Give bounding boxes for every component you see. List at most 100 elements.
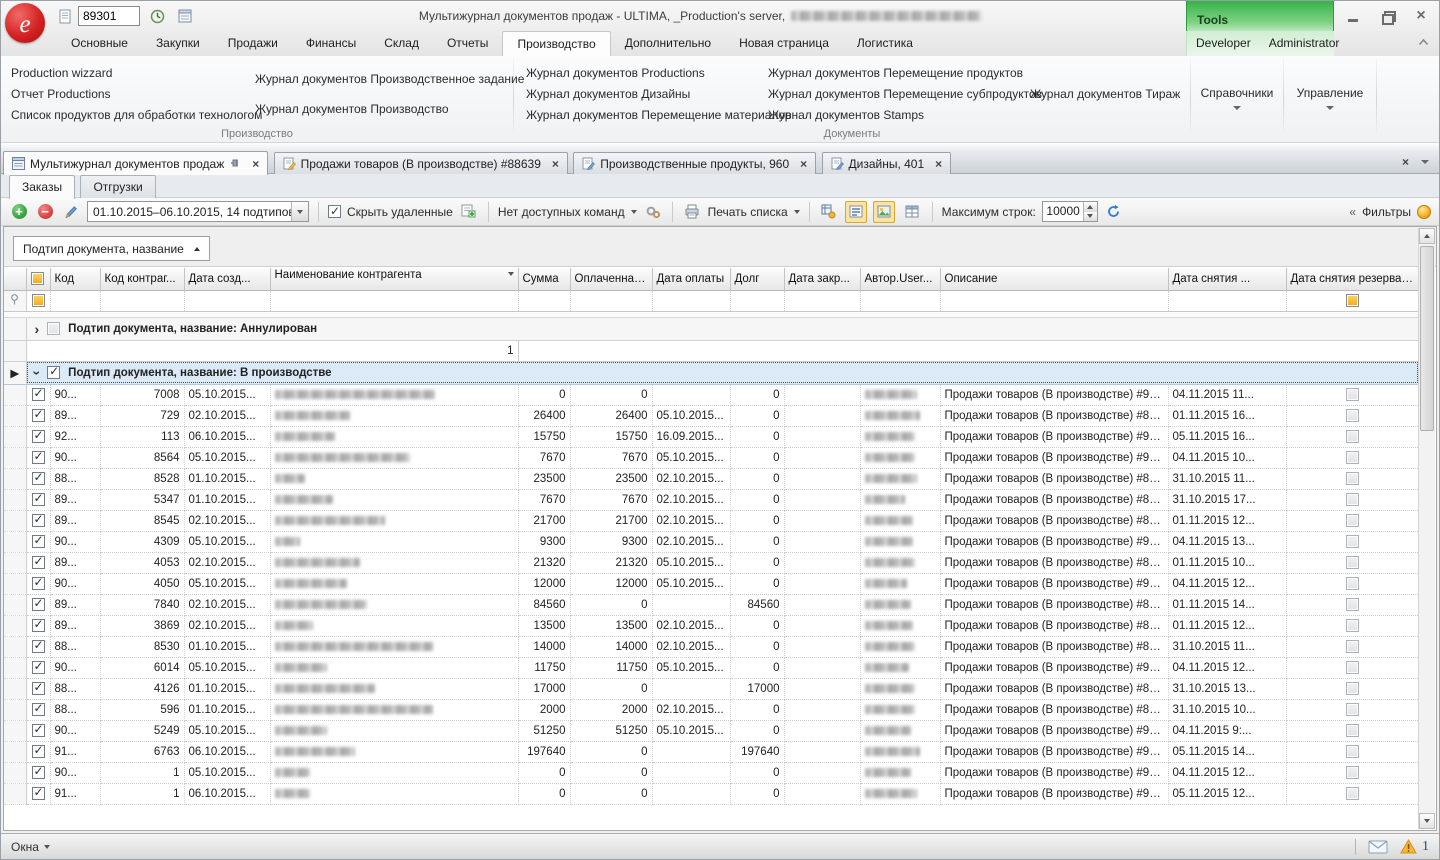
cell-reserve-removed[interactable]: 05.11.2015 16... bbox=[1168, 426, 1286, 447]
cell-reserve-explicit[interactable] bbox=[1286, 468, 1418, 489]
cell-description[interactable]: Продажи товаров (В производстве) #88... bbox=[940, 636, 1168, 657]
cell-reserve-removed[interactable]: 31.10.2015 17... bbox=[1168, 489, 1286, 510]
cell-pay-date[interactable] bbox=[652, 783, 730, 804]
table-row[interactable]: ✓90...405005.10.2015...120001200005.10.2… bbox=[4, 573, 1418, 594]
group-checkbox[interactable]: ✓ bbox=[47, 366, 60, 379]
table-row[interactable]: ✓89...386902.10.2015...135001350002.10.2… bbox=[4, 615, 1418, 636]
period-dropdown[interactable]: 01.10.2015–06.10.2015, 14 подтипов bbox=[87, 201, 309, 222]
cell-contractor-code[interactable]: 3869 bbox=[100, 615, 184, 636]
spin-up-icon[interactable] bbox=[1084, 202, 1097, 212]
cell-author[interactable] bbox=[860, 573, 940, 594]
row-checkbox[interactable]: ✓ bbox=[32, 682, 45, 695]
cell-debt[interactable]: 0 bbox=[730, 552, 784, 573]
refresh-icon[interactable] bbox=[1104, 202, 1124, 222]
cell-contractor-code[interactable]: 7008 bbox=[100, 384, 184, 405]
cell-contractor-name[interactable] bbox=[270, 678, 518, 699]
table-row[interactable]: ✓89...854502.10.2015...217002170002.10.2… bbox=[4, 510, 1418, 531]
reserve-explicit-checkbox[interactable] bbox=[1346, 724, 1359, 737]
cell-code[interactable]: 90... bbox=[50, 762, 100, 783]
row-select-cell[interactable]: ✓ bbox=[26, 468, 50, 489]
cell-reserve-explicit[interactable] bbox=[1286, 678, 1418, 699]
column-header-debt[interactable]: Долг bbox=[730, 268, 784, 290]
table-row[interactable]: ✓89...72902.10.2015...264002640005.10.20… bbox=[4, 405, 1418, 426]
cell-pay-date[interactable]: 02.10.2015... bbox=[652, 531, 730, 552]
cell-paid[interactable]: 7670 bbox=[570, 489, 652, 510]
cell-contractor-code[interactable]: 8564 bbox=[100, 447, 184, 468]
cell-description[interactable]: Продажи товаров (В производстве) #90... bbox=[940, 720, 1168, 741]
column-header-contractor-code[interactable]: Код контраг... bbox=[100, 268, 184, 290]
row-select-cell[interactable]: ✓ bbox=[26, 552, 50, 573]
cell-code[interactable]: 90... bbox=[50, 447, 100, 468]
ribbon-item-production-wizzard[interactable]: Production wizzard bbox=[9, 65, 253, 81]
cell-debt[interactable]: 0 bbox=[730, 531, 784, 552]
cell-closed-date[interactable] bbox=[784, 510, 860, 531]
cell-pay-date[interactable]: 02.10.2015... bbox=[652, 510, 730, 531]
edit-record-button[interactable] bbox=[61, 202, 81, 222]
cell-debt[interactable]: 0 bbox=[730, 468, 784, 489]
ribbon-tab-finance[interactable]: Финансы bbox=[292, 31, 370, 56]
cell-pay-date[interactable]: 02.10.2015... bbox=[652, 699, 730, 720]
cell-contractor-name[interactable] bbox=[270, 657, 518, 678]
cell-author[interactable] bbox=[860, 510, 940, 531]
cell-pay-date[interactable]: 05.10.2015... bbox=[652, 405, 730, 426]
cell-contractor-code[interactable]: 5347 bbox=[100, 489, 184, 510]
cell-code[interactable]: 89... bbox=[50, 552, 100, 573]
cell-debt[interactable]: 0 bbox=[730, 489, 784, 510]
cell-sum[interactable]: 51250 bbox=[518, 720, 570, 741]
ribbon-item-journal-production-task[interactable]: Журнал документов Производственное задан… bbox=[253, 71, 509, 87]
ribbon-tab-reports[interactable]: Отчеты bbox=[433, 31, 502, 56]
cell-paid[interactable]: 0 bbox=[570, 594, 652, 615]
row-checkbox[interactable]: ✓ bbox=[32, 766, 45, 779]
cell-closed-date[interactable] bbox=[784, 573, 860, 594]
cell-paid[interactable]: 11750 bbox=[570, 657, 652, 678]
cell-author[interactable] bbox=[860, 762, 940, 783]
cell-reserve-removed[interactable]: 01.11.2015 12... bbox=[1168, 510, 1286, 531]
filter-cell[interactable] bbox=[518, 290, 570, 311]
pin-icon[interactable] bbox=[229, 159, 241, 169]
cell-sum[interactable]: 7670 bbox=[518, 489, 570, 510]
toggle-grid-lines-button[interactable] bbox=[901, 201, 923, 223]
cell-contractor-code[interactable]: 6763 bbox=[100, 741, 184, 762]
ribbon-item-journal-material-movement[interactable]: Журнал документов Перемещение материалов bbox=[524, 107, 766, 123]
cell-pay-date[interactable] bbox=[652, 384, 730, 405]
cell-contractor-code[interactable]: 4309 bbox=[100, 531, 184, 552]
cell-created[interactable]: 05.10.2015... bbox=[184, 720, 270, 741]
cell-reserve-removed[interactable]: 31.10.2015 11... bbox=[1168, 636, 1286, 657]
cell-created[interactable]: 05.10.2015... bbox=[184, 531, 270, 552]
reserve-explicit-checkbox[interactable] bbox=[1346, 682, 1359, 695]
cell-created[interactable]: 02.10.2015... bbox=[184, 615, 270, 636]
collapse-group-icon[interactable]: › bbox=[32, 370, 42, 375]
cell-author[interactable] bbox=[860, 426, 940, 447]
cell-reserve-explicit[interactable] bbox=[1286, 699, 1418, 720]
group-row-in-production[interactable]: ▶ › ✓ Подтип документа, название: В прои… bbox=[4, 361, 1418, 384]
cell-created[interactable]: 01.10.2015... bbox=[184, 678, 270, 699]
cell-closed-date[interactable] bbox=[784, 720, 860, 741]
cell-closed-date[interactable] bbox=[784, 783, 860, 804]
filters-button[interactable]: Фильтры bbox=[1362, 205, 1411, 219]
filter-checkbox[interactable] bbox=[32, 294, 45, 307]
row-select-cell[interactable]: ✓ bbox=[26, 783, 50, 804]
cell-author[interactable] bbox=[860, 720, 940, 741]
cell-contractor-name[interactable] bbox=[270, 447, 518, 468]
cell-code[interactable]: 89... bbox=[50, 405, 100, 426]
cell-created[interactable]: 02.10.2015... bbox=[184, 405, 270, 426]
cell-debt[interactable]: 0 bbox=[730, 699, 784, 720]
column-header-reserve-removed[interactable]: Дата снятия ... bbox=[1168, 268, 1286, 290]
cell-contractor-code[interactable]: 6014 bbox=[100, 657, 184, 678]
tab-shipments[interactable]: Отгрузки bbox=[80, 175, 155, 198]
toggle-preview-button[interactable] bbox=[873, 201, 895, 223]
reserve-explicit-checkbox[interactable] bbox=[1346, 472, 1359, 485]
cell-closed-date[interactable] bbox=[784, 615, 860, 636]
cell-code[interactable]: 89... bbox=[50, 510, 100, 531]
cell-reserve-removed[interactable]: 04.11.2015 11... bbox=[1168, 384, 1286, 405]
row-select-cell[interactable]: ✓ bbox=[26, 615, 50, 636]
cell-reserve-explicit[interactable] bbox=[1286, 762, 1418, 783]
cell-contractor-name[interactable] bbox=[270, 531, 518, 552]
cell-sum[interactable]: 11750 bbox=[518, 657, 570, 678]
close-tab-icon[interactable]: × bbox=[800, 157, 807, 171]
hide-deleted-checkbox[interactable] bbox=[328, 205, 341, 218]
cell-contractor-name[interactable] bbox=[270, 783, 518, 804]
table-row[interactable]: ✓90...105.10.2015...000Продажи товаров (… bbox=[4, 762, 1418, 783]
table-row[interactable]: ✓90...700805.10.2015...000Продажи товаро… bbox=[4, 384, 1418, 405]
row-checkbox[interactable]: ✓ bbox=[32, 514, 45, 527]
